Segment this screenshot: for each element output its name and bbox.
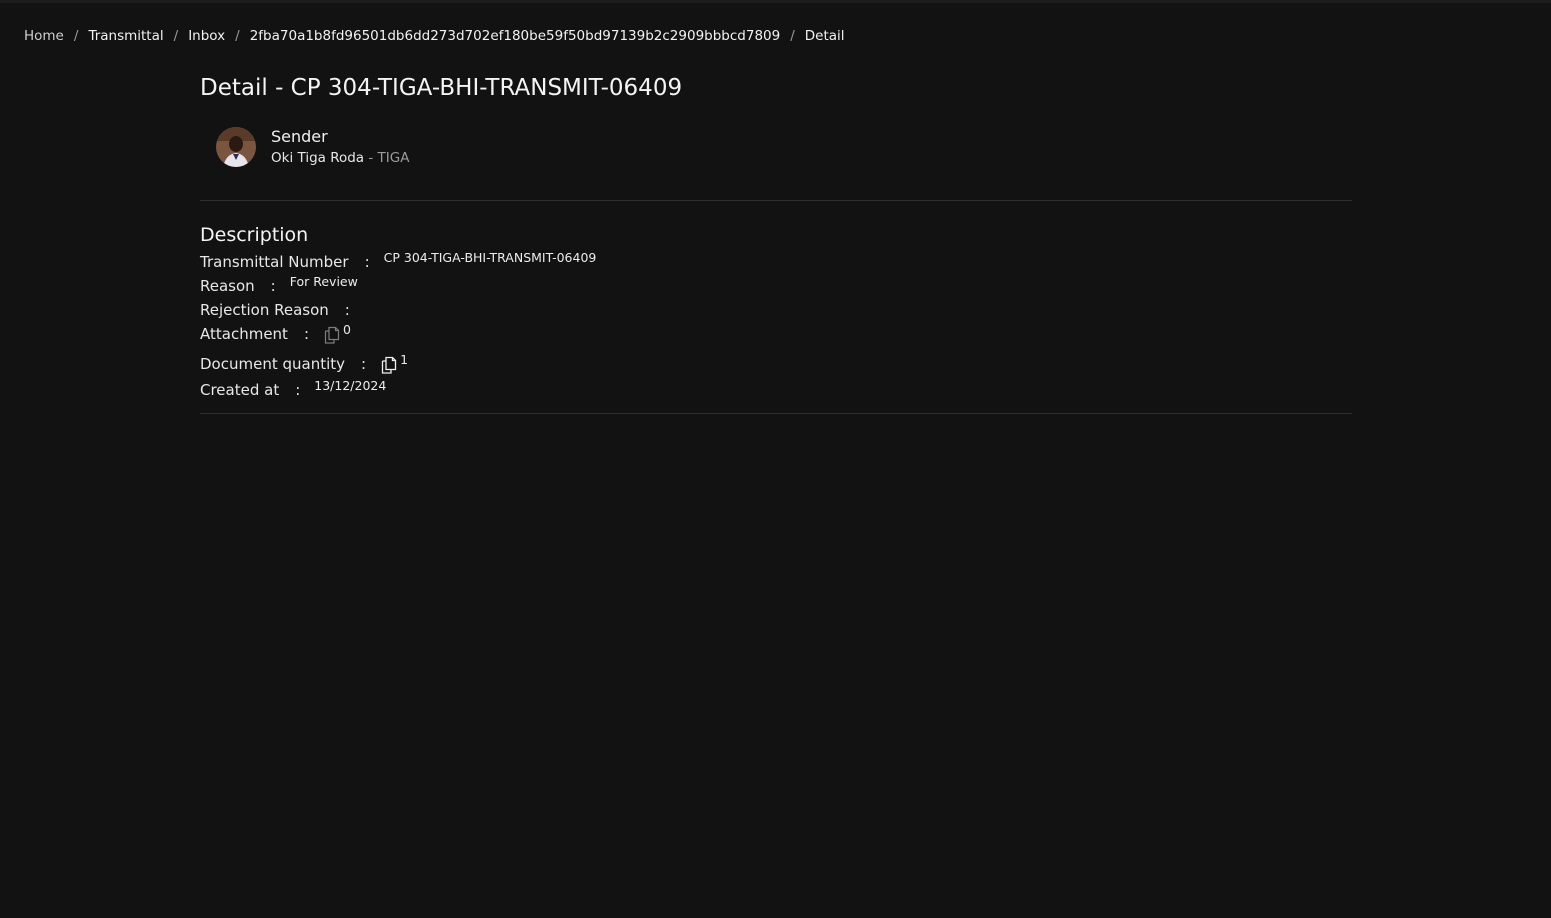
transmittal-number-row: Transmittal Number : CP 304-TIGA-BHI-TRA…	[200, 250, 1352, 275]
created-at-label: Created at	[200, 381, 280, 399]
divider	[200, 200, 1352, 201]
sender-line: Oki Tiga Roda - TIGA	[271, 148, 409, 168]
document-quantity-count: 1	[400, 352, 409, 367]
sender-name: Oki Tiga Roda	[271, 150, 365, 166]
reason-label: Reason	[200, 277, 255, 295]
breadcrumb-home[interactable]: Home	[24, 27, 64, 45]
divider	[200, 413, 1352, 414]
breadcrumb-transmittal-id[interactable]: 2fba70a1b8fd96501db6dd273d702ef180be59f5…	[250, 27, 781, 45]
attachment-label: Attachment	[200, 325, 288, 343]
breadcrumb-separator: /	[235, 28, 240, 44]
created-at-row: Created at : 13/12/2024	[200, 378, 1352, 403]
breadcrumb: Home / Transmittal / Inbox / 2fba70a1b8f…	[24, 27, 845, 45]
attachment-value: 0	[323, 322, 351, 345]
attachment-row: Attachment : 0	[200, 322, 1352, 353]
page-title: Detail - CP 304-TIGA-BHI-TRANSMIT-06409	[200, 75, 683, 101]
reason-value: For Review	[289, 274, 358, 289]
breadcrumb-transmittal[interactable]: Transmittal	[88, 27, 163, 45]
colon: :	[295, 381, 301, 399]
documents-icon[interactable]	[380, 356, 398, 374]
sender-org: TIGA	[377, 150, 410, 166]
colon: :	[270, 277, 276, 295]
colon: :	[303, 325, 309, 343]
description-title: Description	[200, 224, 309, 246]
breadcrumb-separator: /	[173, 28, 179, 44]
transmittal-number-label: Transmittal Number	[200, 253, 349, 271]
created-at-value: 13/12/2024	[314, 378, 387, 393]
sender-org-separator: -	[364, 150, 378, 166]
breadcrumb-separator: /	[790, 28, 795, 44]
avatar-image	[216, 127, 256, 167]
document-quantity-value: 1	[380, 352, 409, 375]
sender-info: Sender Oki Tiga Roda - TIGA	[271, 126, 409, 168]
colon: :	[364, 253, 370, 271]
reason-row: Reason : For Review	[200, 274, 1352, 299]
breadcrumb-separator: /	[73, 28, 79, 44]
rejection-reason-label: Rejection Reason	[200, 301, 329, 319]
sender-card: Sender Oki Tiga Roda - TIGA	[216, 126, 1352, 168]
transmittal-number-value: CP 304-TIGA-BHI-TRANSMIT-06409	[383, 250, 597, 265]
rejection-reason-row: Rejection Reason :	[200, 299, 1352, 323]
detail-content: Detail - CP 304-TIGA-BHI-TRANSMIT-06409 …	[200, 70, 1352, 414]
top-border	[0, 0, 1551, 3]
documents-icon[interactable]	[323, 326, 341, 344]
sender-label: Sender	[271, 127, 328, 146]
document-quantity-label: Document quantity	[200, 355, 346, 373]
attachment-count: 0	[343, 322, 351, 337]
avatar	[216, 127, 256, 167]
breadcrumb-inbox[interactable]: Inbox	[188, 27, 225, 45]
breadcrumb-detail: Detail	[804, 28, 845, 44]
colon: :	[361, 355, 367, 373]
colon: :	[344, 301, 350, 319]
